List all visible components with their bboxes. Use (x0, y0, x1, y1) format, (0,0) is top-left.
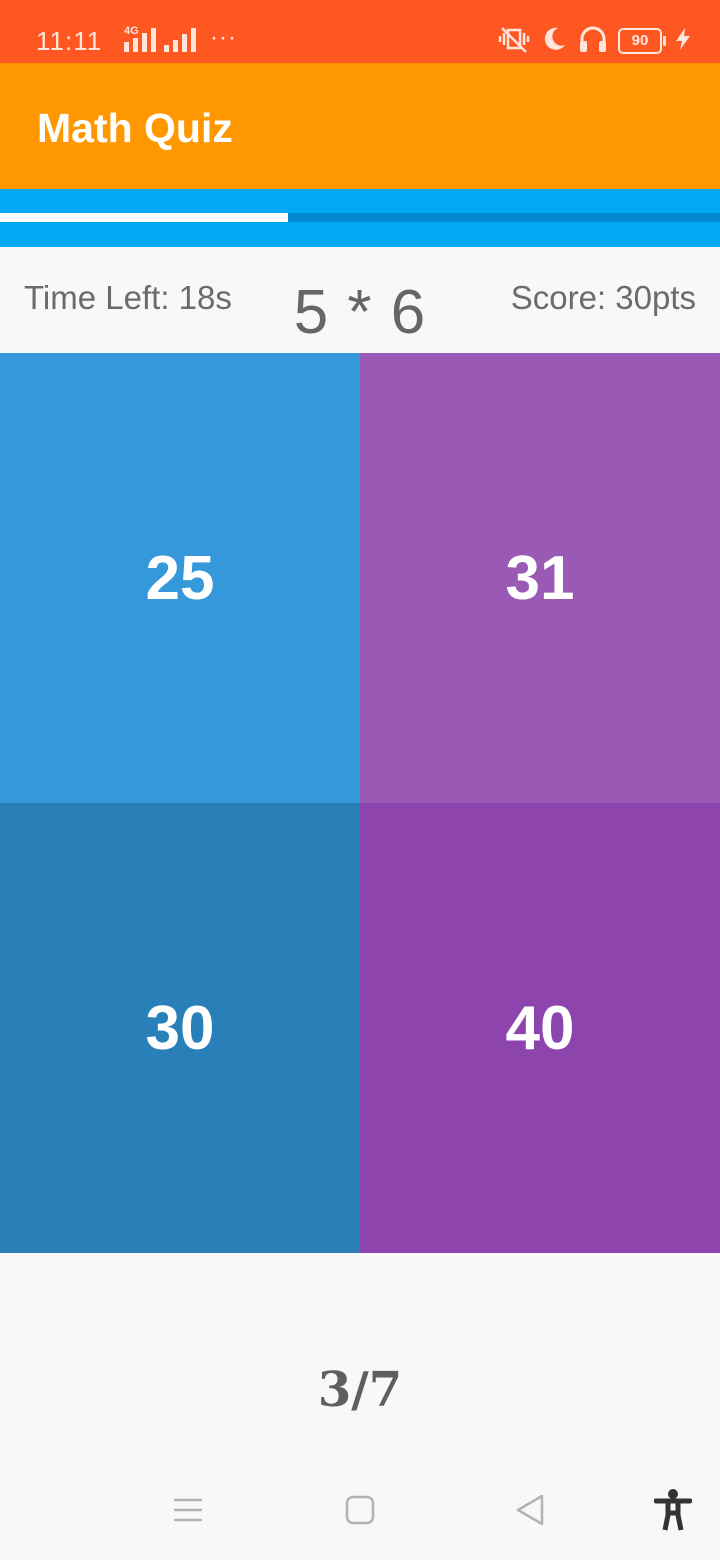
answer-button-4[interactable]: 40 (360, 803, 720, 1253)
charging-icon (676, 27, 690, 55)
score-label: Score: 30pts (510, 279, 696, 316)
answer-label: 31 (505, 543, 575, 613)
status-bar: 11:11 4G ··· 90 (0, 0, 720, 63)
question-counter: 3/7 (317, 1362, 403, 1418)
answer-label: 40 (505, 993, 575, 1063)
quiz-info-row: Time Left: 18s 5 * 6 Score: 30pts (0, 247, 720, 353)
answer-label: 30 (145, 993, 215, 1063)
signal-icon (124, 28, 156, 57)
answer-label: 25 (145, 543, 215, 613)
battery-icon: 90 (618, 28, 666, 54)
app-title: Math Quiz (37, 105, 233, 151)
progress-bar (0, 213, 720, 222)
app-bar: Math Quiz (0, 63, 720, 189)
signal-icon (164, 28, 196, 57)
progress-fill (0, 213, 288, 222)
progress-strip (0, 189, 720, 247)
answer-button-1[interactable]: 25 (0, 353, 360, 803)
menu-icon[interactable] (163, 1488, 213, 1532)
headphones-icon (578, 24, 608, 59)
vibrate-icon (498, 24, 530, 59)
answer-button-3[interactable]: 30 (0, 803, 360, 1253)
moon-icon (540, 25, 568, 58)
accessibility-icon[interactable] (648, 1488, 698, 1532)
back-icon[interactable] (505, 1488, 555, 1532)
more-notifications-icon: ··· (210, 24, 237, 51)
answer-grid: 25 31 30 40 (0, 353, 720, 1253)
status-time: 11:11 (36, 26, 103, 56)
navigation-bar (0, 1460, 720, 1560)
answer-button-2[interactable]: 31 (360, 353, 720, 803)
home-icon[interactable] (335, 1488, 385, 1532)
